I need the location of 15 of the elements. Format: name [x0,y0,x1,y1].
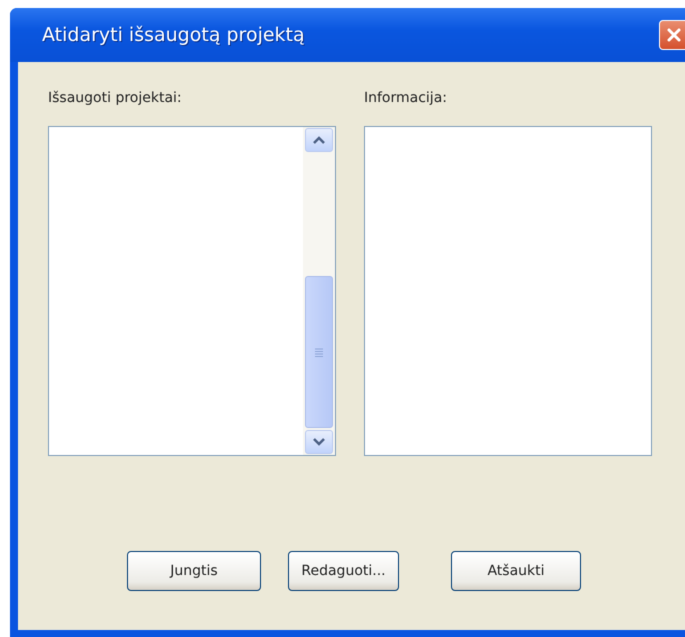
scroll-down-button[interactable] [305,430,333,454]
close-button[interactable] [659,20,685,50]
scroll-up-button[interactable] [305,128,333,152]
dialog-button[interactable]: Redaguoti... [288,551,399,591]
info-label: Informacija: [364,90,448,106]
up-chevron-icon [313,136,325,144]
window-title: Atidaryti išsaugotą projektą [42,24,305,46]
down-chevron-icon [313,438,325,446]
close-icon [666,27,682,43]
scrollbar[interactable] [303,127,335,455]
dialog-button[interactable]: Atšaukti [451,551,581,591]
dialog-button[interactable]: Jungtis [127,551,261,591]
list-label: Išsaugoti projektai: [48,90,183,106]
grip-icon [315,348,323,356]
scroll-thumb[interactable] [305,276,333,428]
